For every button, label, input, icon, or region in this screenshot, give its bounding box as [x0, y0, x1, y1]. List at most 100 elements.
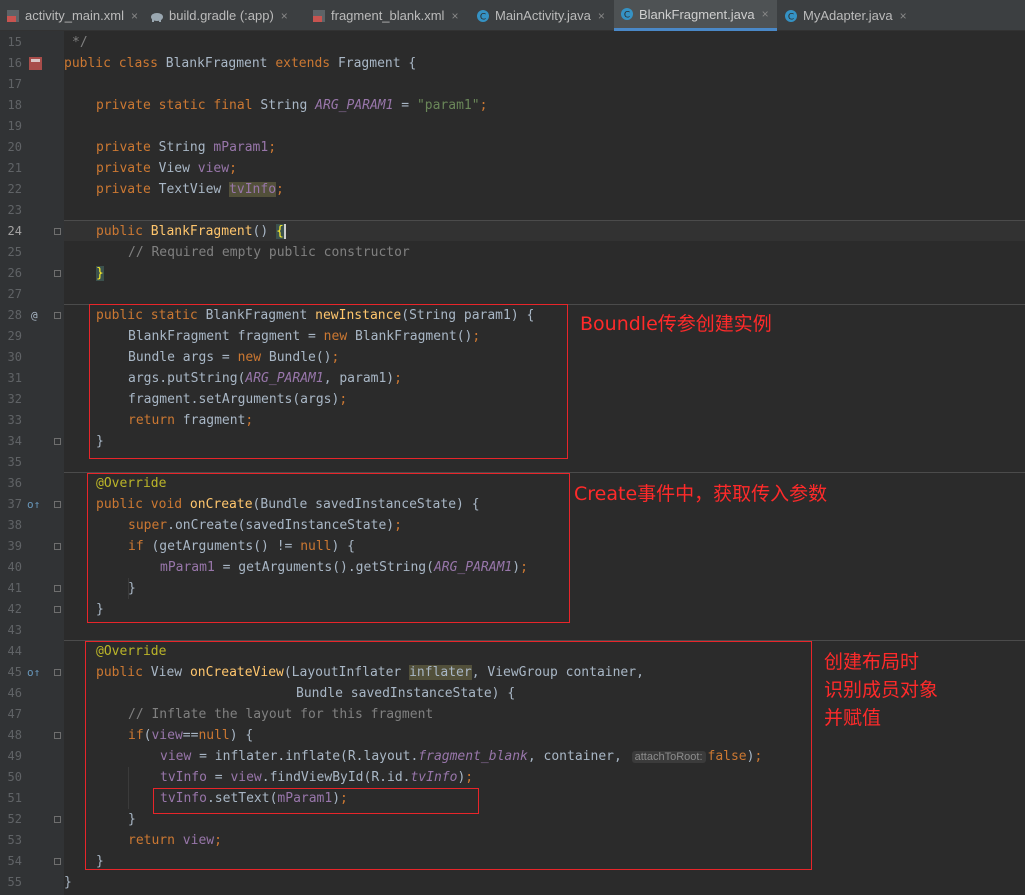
fold-marker-icon[interactable] [54, 501, 61, 508]
line-number: 36 [7, 476, 22, 490]
close-tab-icon[interactable]: × [281, 9, 288, 23]
line-number: 48 [7, 728, 22, 742]
tab-my-adapter-java[interactable]: C MyAdapter.java × [784, 0, 914, 31]
line-number: 21 [7, 161, 22, 175]
brace-match: { [276, 224, 284, 239]
kw: public [96, 224, 151, 239]
java-class-icon: C [477, 9, 489, 22]
line-number-current: 24 [7, 224, 22, 238]
tab-blank-fragment-java[interactable]: C BlankFragment.java × [614, 0, 777, 31]
fold-marker-icon[interactable] [54, 228, 61, 235]
code-line-22: private TextView tvInfo; [96, 179, 284, 200]
line-number: 29 [7, 329, 22, 343]
semi: ; [479, 98, 488, 113]
fold-marker-icon[interactable] [54, 438, 61, 445]
fold-marker-icon[interactable] [54, 312, 61, 319]
java-class-icon: C [621, 8, 633, 21]
line-number: 39 [7, 539, 22, 553]
svg-text:C: C [480, 12, 486, 22]
line-number: 23 [7, 203, 22, 217]
line-number: 27 [7, 287, 22, 301]
code-line-24: public BlankFragment() { [96, 221, 286, 242]
line-number: 26 [7, 266, 22, 280]
line-number: 22 [7, 182, 22, 196]
override-method-icon[interactable]: o↑ [27, 662, 40, 683]
line-number: 38 [7, 518, 22, 532]
line-number: 46 [7, 686, 22, 700]
line-number: 34 [7, 434, 22, 448]
line-number: 50 [7, 770, 22, 784]
line-number: 42 [7, 602, 22, 616]
code-line-18: private static final String ARG_PARAM1 =… [96, 95, 487, 116]
code-line-55: } [64, 872, 72, 893]
tab-label: build.gradle (:app) [169, 8, 274, 23]
line-number: 40 [7, 560, 22, 574]
fold-marker-icon[interactable] [54, 606, 61, 613]
editor-tab-bar: activity_main.xml × build.gradle (:app) … [0, 0, 1025, 31]
kw: extends [275, 56, 338, 71]
close-tab-icon[interactable]: × [900, 9, 907, 23]
close-tab-icon[interactable]: × [762, 7, 769, 21]
tab-activity-main-xml[interactable]: activity_main.xml × [6, 0, 146, 31]
line-number: 17 [7, 77, 22, 91]
type: View [158, 161, 198, 176]
comment-end: */ [72, 35, 88, 50]
field: tvInfo [229, 182, 277, 197]
java-class-icon: C [785, 9, 797, 22]
line-number: 45 [7, 665, 22, 679]
close-tab-icon[interactable]: × [451, 9, 458, 23]
tab-fragment-blank-xml[interactable]: fragment_blank.xml × [312, 0, 467, 31]
semi: ; [268, 140, 277, 155]
fold-marker-icon[interactable] [54, 543, 61, 550]
override-method-icon[interactable]: o↑ [27, 494, 40, 515]
close-tab-icon[interactable]: × [598, 9, 605, 23]
line-number: 37 [7, 497, 22, 511]
semi: ; [229, 161, 237, 176]
line-number: 51 [7, 791, 22, 805]
line-number: 35 [7, 455, 22, 469]
annotation-note-layout: 创建布局时 识别成员对象 并赋值 [824, 651, 939, 729]
tab-label: MainActivity.java [495, 8, 591, 23]
field: mParam1 [213, 140, 269, 155]
text: = [393, 98, 417, 113]
svg-text:C: C [624, 11, 630, 21]
kw: private [96, 182, 159, 197]
text: Fragment { [337, 56, 417, 71]
text: () [252, 224, 277, 239]
text-caret [283, 224, 286, 239]
comment: // Required empty public constructor [128, 245, 410, 260]
gradle-elephant-icon [151, 12, 163, 22]
string: "param1" [416, 98, 480, 113]
fold-marker-icon[interactable] [54, 270, 61, 277]
code-line-15: */ [72, 32, 88, 53]
tab-main-activity-java[interactable]: C MainActivity.java × [476, 0, 612, 31]
annotation-box-oncreate [87, 473, 570, 623]
fold-marker-icon[interactable] [54, 585, 61, 592]
class-gutter-icon[interactable] [28, 56, 43, 71]
line-number: 15 [7, 35, 22, 49]
line-number: 53 [7, 833, 22, 847]
line-number: 47 [7, 707, 22, 721]
line-number: 44 [7, 644, 22, 658]
kw: private static final [96, 98, 261, 113]
fold-marker-icon[interactable] [54, 816, 61, 823]
line-number: 49 [7, 749, 22, 763]
close-tab-icon[interactable]: × [131, 9, 138, 23]
fold-marker-icon[interactable] [54, 669, 61, 676]
type: TextView [158, 182, 230, 197]
brace-match: } [96, 266, 104, 281]
annotation-box-oncreateview [85, 641, 812, 870]
svg-text:C: C [788, 12, 794, 22]
line-number: 43 [7, 623, 22, 637]
tab-build-gradle[interactable]: build.gradle (:app) × [150, 0, 302, 31]
kw: private [96, 161, 159, 176]
line-number: 19 [7, 119, 22, 133]
annotation-note-boundle: Boundle传参创建实例 [580, 313, 772, 335]
line-number: 52 [7, 812, 22, 826]
line-number: 25 [7, 245, 22, 259]
line-number: 28 [7, 308, 22, 322]
fold-marker-icon[interactable] [54, 858, 61, 865]
fold-marker-icon[interactable] [54, 732, 61, 739]
implementation-at-icon[interactable]: @ [31, 305, 38, 326]
tab-label: BlankFragment.java [639, 6, 755, 22]
